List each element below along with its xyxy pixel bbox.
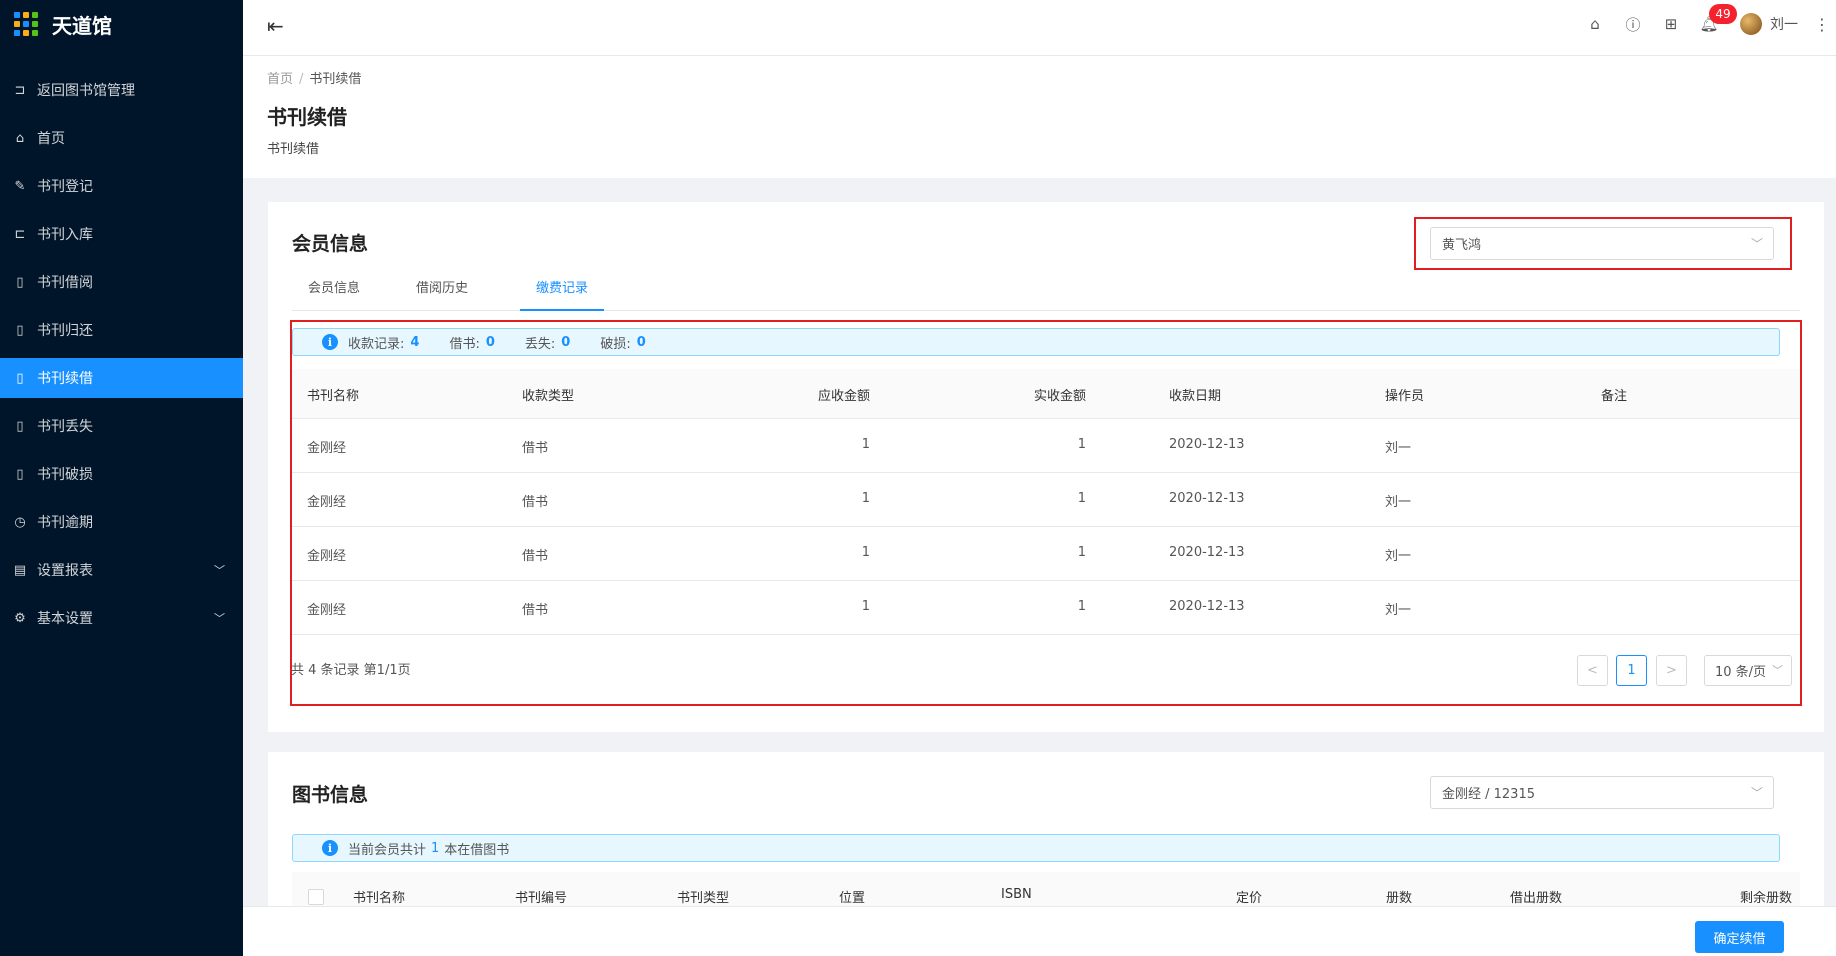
notice-prefix: 当前会员共计: [348, 842, 427, 858]
avatar[interactable]: [1740, 13, 1762, 35]
highlight-box-payment-records: [290, 320, 1802, 706]
sidebar-item[interactable]: ▯ 书刊借阅: [0, 262, 243, 302]
sidebar-item[interactable]: ◷ 书刊逾期: [0, 502, 243, 542]
gear-icon: ⚙: [14, 610, 26, 626]
sidebar-item[interactable]: ▤ 设置报表 ﹀: [0, 550, 243, 590]
sidebar-item[interactable]: ⌂ 首页: [0, 118, 243, 158]
top-bar: ⇤ ⌂ ⓘ ⊞ 🔔︎ 49 刘一 ⋮: [243, 0, 1836, 56]
book-icon: ▯: [16, 322, 24, 338]
logo-grid-icon: [14, 12, 38, 36]
sidebar-item-label: 返回图书馆管理: [37, 83, 135, 99]
sidebar-item-label: 书刊逾期: [37, 515, 93, 531]
sidebar-item[interactable]: ▯ 书刊续借: [0, 358, 243, 398]
sidebar-item-label: 书刊续借: [37, 371, 93, 387]
chevron-down-icon: ﹀: [1750, 786, 1763, 800]
sidebar-item-label: 书刊借阅: [37, 275, 93, 291]
top-toolbar: ⌂ ⓘ ⊞ 🔔︎ 49 刘一 ⋮: [1576, 0, 1836, 48]
sidebar: 天道馆 ⊐ 返回图书馆管理 ⌂ 首页 ✎ 书刊登记 ⊏ 书刊入库 ▯ 书刊借阅 ▯ 书刊归还 ▯ 书刊续借…: [0, 0, 243, 956]
tab-payment-records[interactable]: 缴费记录: [520, 271, 605, 311]
column-header: 册数: [1385, 891, 1412, 906]
user-name[interactable]: 刘一: [1770, 14, 1798, 34]
menu-collapse-icon[interactable]: ⇤: [267, 14, 284, 38]
sidebar-item[interactable]: ⚙ 基本设置 ﹀: [0, 598, 243, 638]
highlight-box-member-select: [1414, 217, 1792, 270]
exit-icon: ⊐: [14, 82, 26, 98]
sidebar-item[interactable]: ▯ 书刊破损: [0, 454, 243, 494]
sidebar-item-label: 书刊破损: [37, 467, 93, 483]
book-icon: ▯: [16, 466, 24, 482]
notification-badge: 49: [1709, 4, 1737, 24]
member-tabs: 会员信息 借阅历史 缴费记录: [292, 271, 1800, 311]
notice-suffix: 本在借图书: [444, 842, 510, 858]
home-icon[interactable]: ⌂: [1576, 0, 1614, 48]
sidebar-item[interactable]: ⊐ 返回图书馆管理: [0, 70, 243, 110]
sidebar-item[interactable]: ▯ 书刊归还: [0, 310, 243, 350]
book-notice-alert: i 当前会员共计 1 本在借图书: [292, 834, 1780, 862]
column-header: 位置: [839, 891, 866, 906]
book-icon: ▯: [16, 370, 24, 386]
sidebar-item-label: 设置报表: [37, 563, 93, 579]
sidebar-item-label: 书刊丢失: [37, 419, 93, 435]
notification-bell-icon[interactable]: 🔔︎ 49: [1690, 0, 1737, 48]
book-table-header: 书刊名称 书刊编号 书刊类型 位置 ISBN 定价 册数 借出册数 剩余册数: [292, 872, 1800, 906]
book-icon: ▯: [16, 418, 24, 434]
home-icon: ⌂: [15, 130, 25, 146]
clock-icon: ◷: [14, 514, 26, 530]
column-header: 书刊类型: [677, 891, 730, 906]
app-title: 天道馆: [52, 13, 112, 38]
breadcrumb-home[interactable]: 首页: [267, 72, 293, 87]
app-logo[interactable]: 天道馆: [0, 0, 243, 48]
column-header: 定价: [1235, 891, 1262, 906]
more-vertical-icon[interactable]: ⋮: [1814, 15, 1830, 34]
import-icon: ⊏: [14, 226, 26, 242]
breadcrumb-current: 书刊续借: [309, 72, 362, 87]
sidebar-item[interactable]: ⊏ 书刊入库: [0, 214, 243, 254]
sidebar-item-label: 书刊登记: [37, 179, 93, 195]
report-icon: ▤: [13, 562, 27, 578]
column-header: ISBN: [1001, 887, 1032, 902]
member-info-card: 会员信息 黄飞鸿 ﹀ 会员信息 借阅历史 缴费记录 i 收款记录: 4 借书: 0 …: [268, 202, 1824, 732]
select-all-checkbox[interactable]: [308, 889, 324, 905]
confirm-renew-button[interactable]: 确定续借: [1695, 921, 1784, 953]
tab-borrow-history[interactable]: 借阅历史: [400, 271, 484, 311]
book-select-value: 金刚经 / 12315: [1442, 787, 1535, 802]
chevron-down-icon: ﹀: [214, 612, 225, 625]
sidebar-item-label: 书刊归还: [37, 323, 93, 339]
breadcrumb: 首页 / 书刊续借: [267, 68, 361, 87]
info-icon: i: [322, 840, 338, 856]
page-header: 首页 / 书刊续借 书刊续借 书刊续借: [243, 56, 1836, 178]
breadcrumb-separator: /: [299, 72, 304, 87]
sidebar-item-label: 首页: [37, 131, 65, 147]
column-header: 书刊名称: [353, 891, 406, 906]
sidebar-item[interactable]: ▯ 书刊丢失: [0, 406, 243, 446]
member-info-title: 会员信息: [292, 233, 369, 255]
help-icon[interactable]: ⓘ: [1614, 0, 1652, 48]
chevron-down-icon: ﹀: [214, 564, 225, 577]
sidebar-menu: ⊐ 返回图书馆管理 ⌂ 首页 ✎ 书刊登记 ⊏ 书刊入库 ▯ 书刊借阅 ▯ 书刊归还 ▯ 书刊续借 ▯ 书刊丢…: [0, 70, 243, 638]
column-header: 剩余册数: [1739, 891, 1792, 906]
book-info-title: 图书信息: [292, 784, 369, 806]
column-header: 借出册数: [1509, 891, 1562, 906]
pen-icon: ✎: [14, 178, 26, 194]
sidebar-item[interactable]: ✎ 书刊登记: [0, 166, 243, 206]
book-select[interactable]: 金刚经 / 12315 ﹀: [1430, 776, 1774, 809]
column-header: 书刊编号: [515, 891, 568, 906]
sidebar-item-label: 基本设置: [37, 611, 93, 627]
tab-member-info[interactable]: 会员信息: [292, 271, 376, 311]
page-description: 书刊续借: [267, 142, 320, 157]
book-icon: ▯: [16, 274, 24, 290]
book-info-card: 图书信息 金刚经 / 12315 ﹀ i 当前会员共计 1 本在借图书 书刊名称…: [268, 752, 1824, 906]
notice-count: 1: [431, 840, 440, 856]
page-title: 书刊续借: [267, 105, 347, 129]
footer-action-bar: 确定续借: [243, 906, 1836, 956]
sidebar-item-label: 书刊入库: [37, 227, 93, 243]
apps-grid-icon[interactable]: ⊞: [1652, 0, 1690, 48]
